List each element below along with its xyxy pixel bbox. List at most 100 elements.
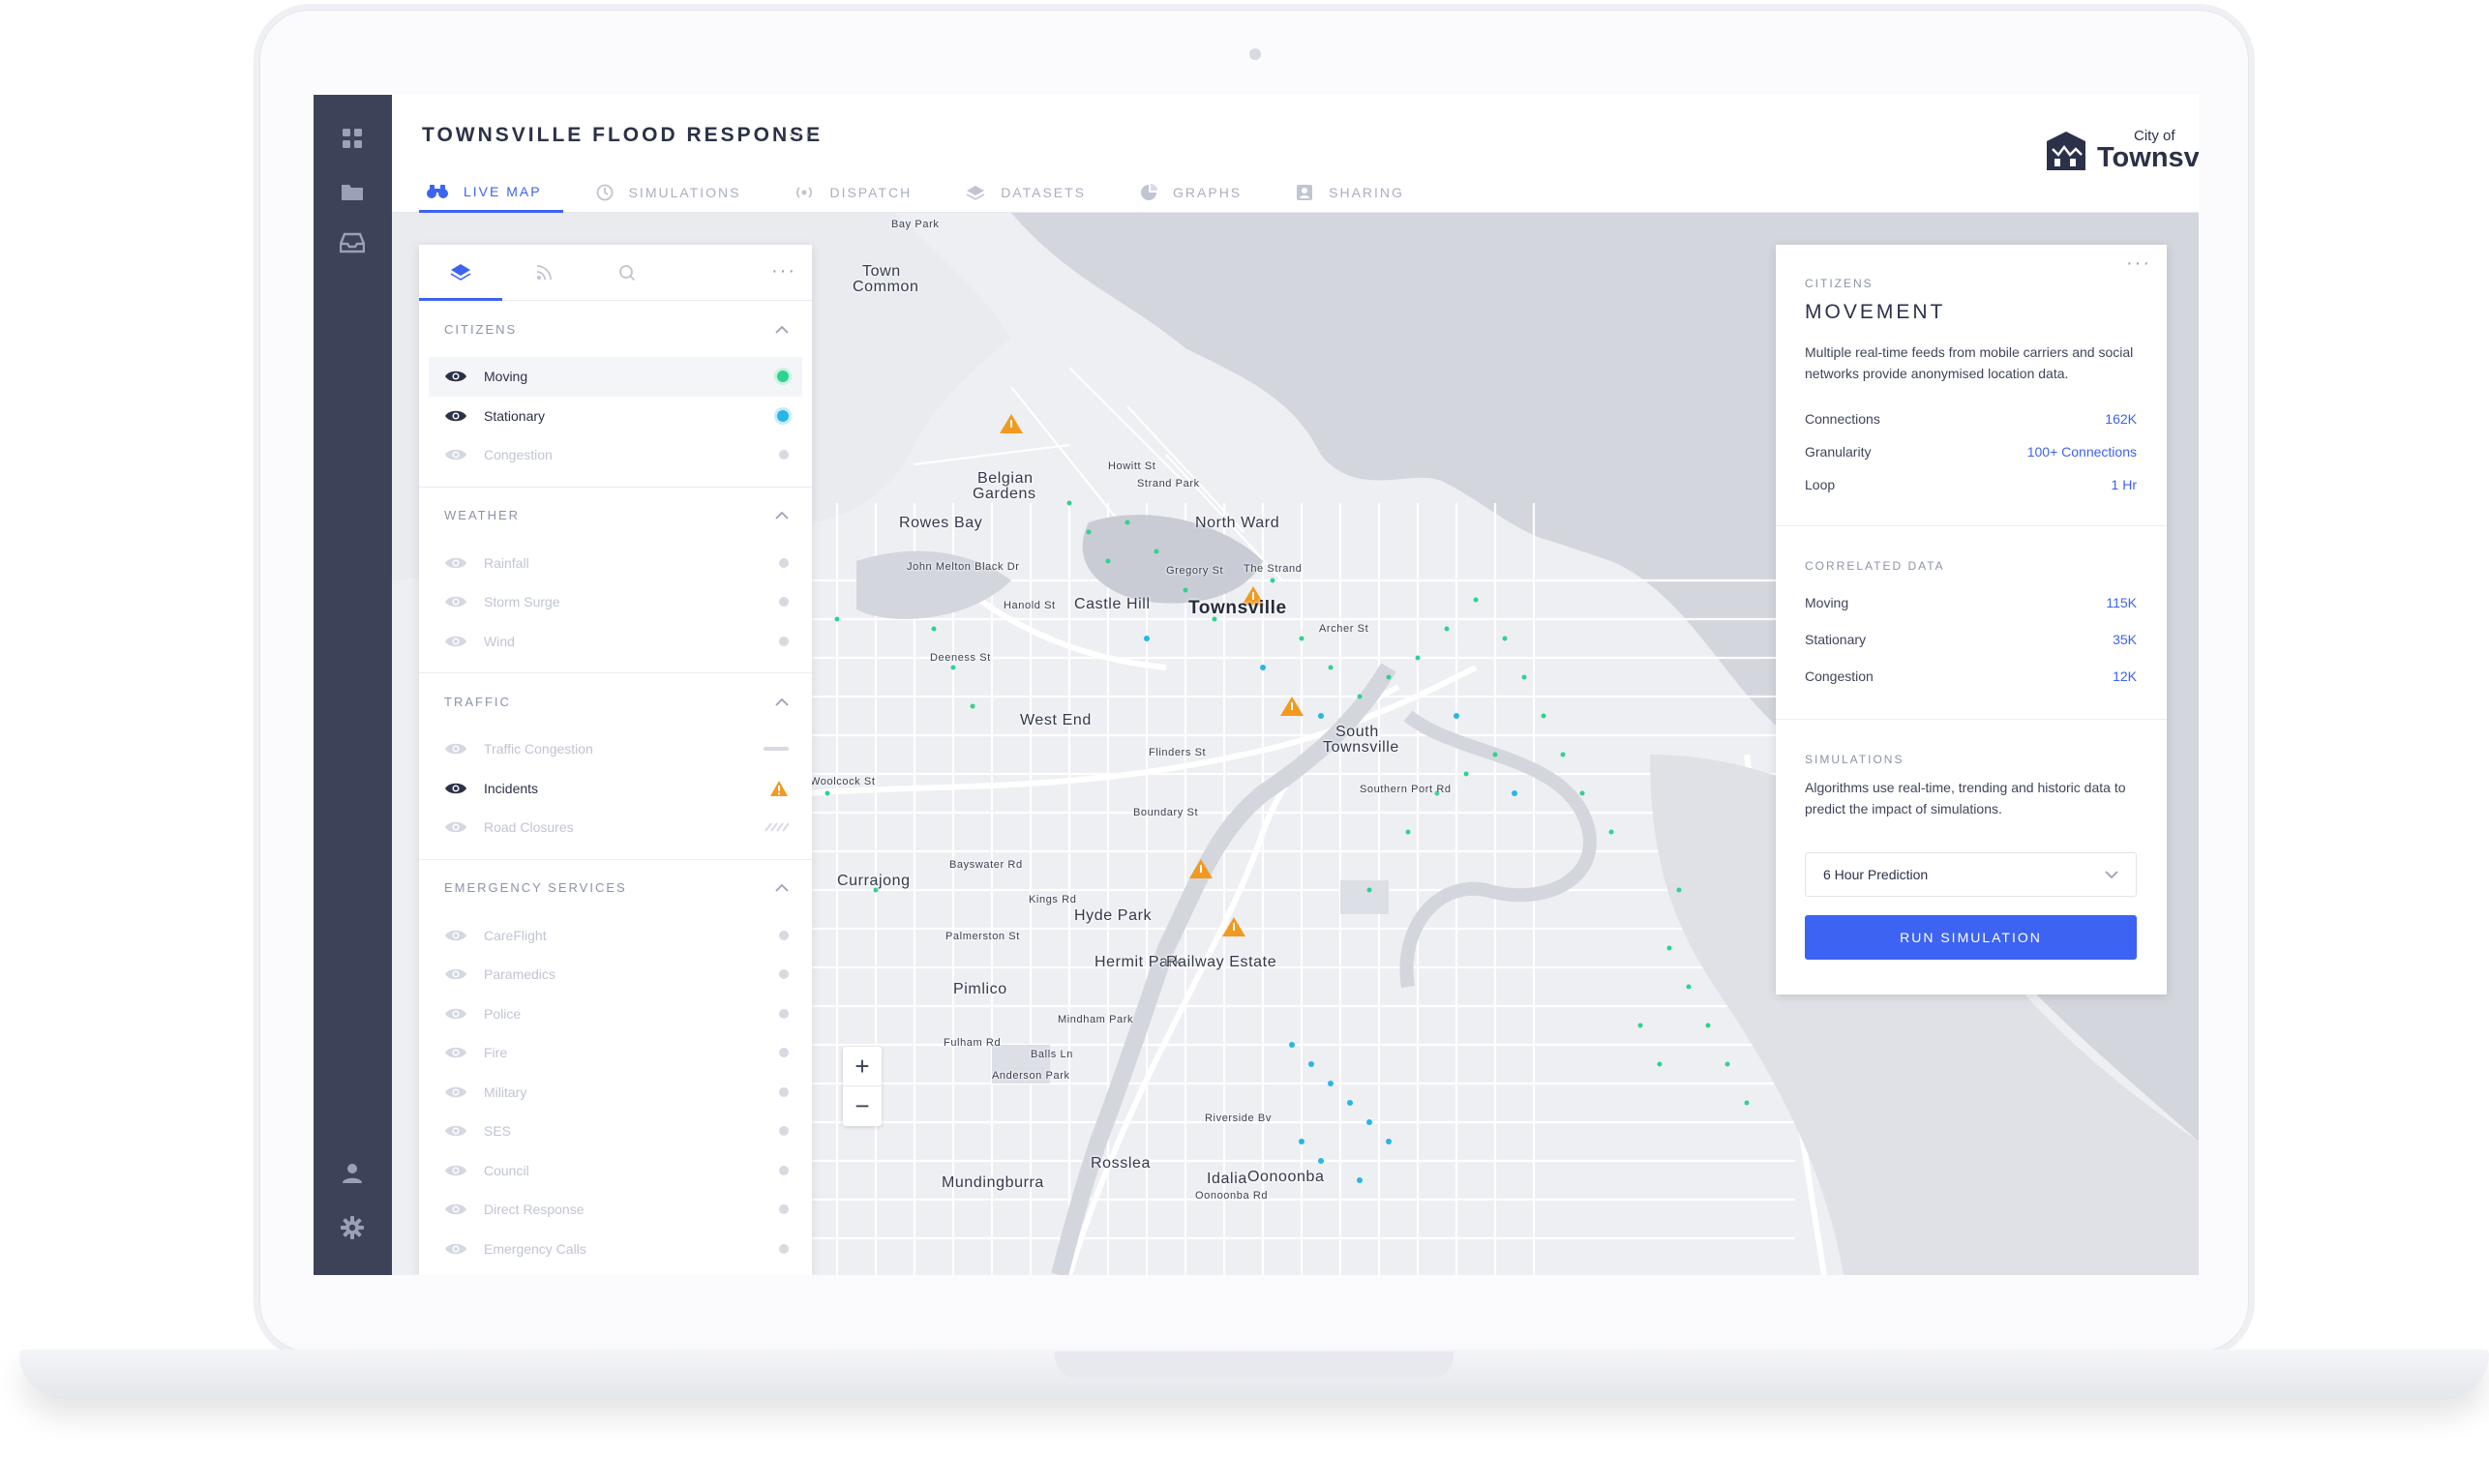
card-more-menu[interactable]: ··· — [2126, 252, 2151, 275]
layer-marker — [779, 450, 789, 460]
eye-icon[interactable] — [444, 1124, 467, 1138]
layer-marker — [779, 1086, 789, 1097]
layer-label: Military — [484, 1083, 527, 1100]
eye-icon[interactable] — [444, 1202, 467, 1216]
tab-feed[interactable] — [502, 245, 585, 301]
layer-marker — [779, 1048, 789, 1058]
eye-icon[interactable] — [444, 782, 467, 795]
tab-graphs[interactable]: GRAPHS — [1132, 172, 1263, 213]
layer-item[interactable]: Fire — [429, 1033, 802, 1073]
feed-icon — [536, 265, 552, 281]
eye-icon[interactable] — [444, 556, 467, 570]
map-label: Currajong — [837, 873, 911, 889]
map-label: Rosslea — [1091, 1155, 1152, 1172]
eye-icon[interactable] — [444, 1007, 467, 1021]
map-label: Oonoonba — [1247, 1169, 1325, 1185]
moving-marker — [777, 371, 789, 383]
chevron-up-icon[interactable] — [775, 697, 789, 706]
layer-marker — [779, 597, 789, 608]
tab-layers[interactable] — [419, 245, 502, 301]
map-label: Oonoonba Rd — [1195, 1190, 1269, 1202]
layer-item[interactable]: Paramedics — [429, 955, 802, 994]
layer-label: CareFlight — [484, 927, 547, 943]
map-label: Anderson Park — [992, 1070, 1070, 1082]
zoom-in-button[interactable]: + — [843, 1047, 882, 1086]
tab-search[interactable] — [585, 245, 669, 301]
section-header[interactable]: TRAFFIC — [419, 673, 812, 729]
layer-item[interactable]: CareFlight — [429, 916, 802, 956]
layer-item[interactable]: Storm Surge — [429, 582, 802, 622]
layer-label: Fire — [484, 1045, 508, 1061]
chevron-up-icon[interactable] — [775, 325, 789, 334]
section-header[interactable]: WEATHER — [419, 488, 812, 544]
chevron-up-icon[interactable] — [775, 511, 789, 519]
layer-item[interactable]: Stationary — [429, 397, 802, 436]
chevron-up-icon[interactable] — [775, 883, 789, 892]
eye-icon[interactable] — [444, 370, 467, 383]
eye-icon[interactable] — [444, 742, 467, 756]
dashboard-grid-icon[interactable] — [338, 124, 367, 153]
inbox-icon[interactable] — [338, 228, 367, 257]
layer-item[interactable]: Road Closures — [429, 808, 802, 847]
map-label: Palmerston St — [945, 931, 1020, 942]
eye-icon[interactable] — [444, 1085, 467, 1099]
left-rail — [314, 95, 392, 1275]
main-tabs: LIVE MAP SIMULATIONS DISPATCH DATASETS G… — [419, 172, 1451, 213]
tab-dispatch[interactable]: DISPATCH — [787, 172, 933, 213]
panel-tabs: ··· — [419, 245, 812, 301]
eye-icon[interactable] — [444, 1242, 467, 1256]
layer-item[interactable]: Police — [429, 994, 802, 1034]
tab-live-map[interactable]: LIVE MAP — [419, 172, 563, 213]
layer-label: Road Closures — [484, 819, 574, 836]
map-label: Howitt St — [1108, 460, 1156, 472]
title-more-menu[interactable]: ··· — [788, 124, 813, 146]
tab-simulations[interactable]: SIMULATIONS — [588, 172, 763, 213]
map-label: Fulham Rd — [944, 1037, 1002, 1049]
zoom-out-button[interactable]: − — [843, 1086, 882, 1126]
map-label: Castle Hill — [1074, 596, 1151, 612]
layer-item[interactable]: Incidents — [429, 769, 802, 809]
eye-icon[interactable] — [444, 820, 467, 834]
map-label: Mindham Park — [1058, 1014, 1134, 1025]
prediction-select[interactable]: 6 Hour Prediction — [1805, 852, 2137, 897]
tab-sharing[interactable]: SHARING — [1288, 172, 1425, 213]
layer-item[interactable]: SES — [429, 1112, 802, 1151]
layer-section: TRAFFIC Traffic Congestion Incidents Road C… — [419, 673, 812, 860]
layer-item[interactable]: Direct Response — [429, 1190, 802, 1230]
eye-icon[interactable] — [444, 967, 467, 981]
gear-icon[interactable] — [338, 1213, 367, 1242]
panel-more-menu[interactable]: ··· — [771, 260, 796, 282]
eye-icon[interactable] — [444, 929, 467, 942]
layer-label: Direct Response — [484, 1202, 585, 1218]
eye-icon[interactable] — [444, 595, 467, 608]
binoculars-icon — [427, 184, 448, 199]
user-icon[interactable] — [338, 1159, 367, 1188]
map-label: Archer St — [1319, 623, 1369, 635]
layer-item[interactable]: Traffic Congestion — [429, 729, 802, 769]
map-label: Hanold St — [1004, 600, 1056, 611]
eye-icon[interactable] — [444, 635, 467, 648]
section-header[interactable]: CITIZENS — [419, 301, 812, 357]
section-header[interactable]: EMERGENCY SERVICES — [419, 860, 812, 916]
run-simulation-button[interactable]: RUN SIMULATION — [1805, 915, 2137, 960]
zoom-control: + − — [843, 1047, 882, 1126]
layer-item[interactable]: Congestion — [429, 435, 802, 475]
layer-label: Council — [484, 1162, 529, 1178]
layer-item[interactable]: Emergency Calls — [429, 1230, 802, 1269]
divider — [1776, 719, 2167, 720]
layer-section: CITIZENS Moving Stationary Congestion — [419, 301, 812, 488]
eye-icon[interactable] — [444, 448, 467, 461]
tab-datasets[interactable]: DATASETS — [958, 172, 1107, 213]
layer-marker — [779, 1165, 789, 1175]
layer-item[interactable]: Rainfall — [429, 544, 802, 583]
eye-icon[interactable] — [444, 1164, 467, 1177]
eye-icon[interactable] — [444, 1046, 467, 1059]
folder-icon[interactable] — [338, 177, 367, 206]
layer-item[interactable]: Council — [429, 1151, 802, 1191]
eye-icon[interactable] — [444, 409, 467, 423]
layer-marker — [779, 557, 789, 568]
layer-item[interactable]: Military — [429, 1073, 802, 1113]
layer-item[interactable]: Wind — [429, 622, 802, 662]
layer-item[interactable]: Moving — [429, 357, 802, 397]
park — [1340, 880, 1389, 914]
